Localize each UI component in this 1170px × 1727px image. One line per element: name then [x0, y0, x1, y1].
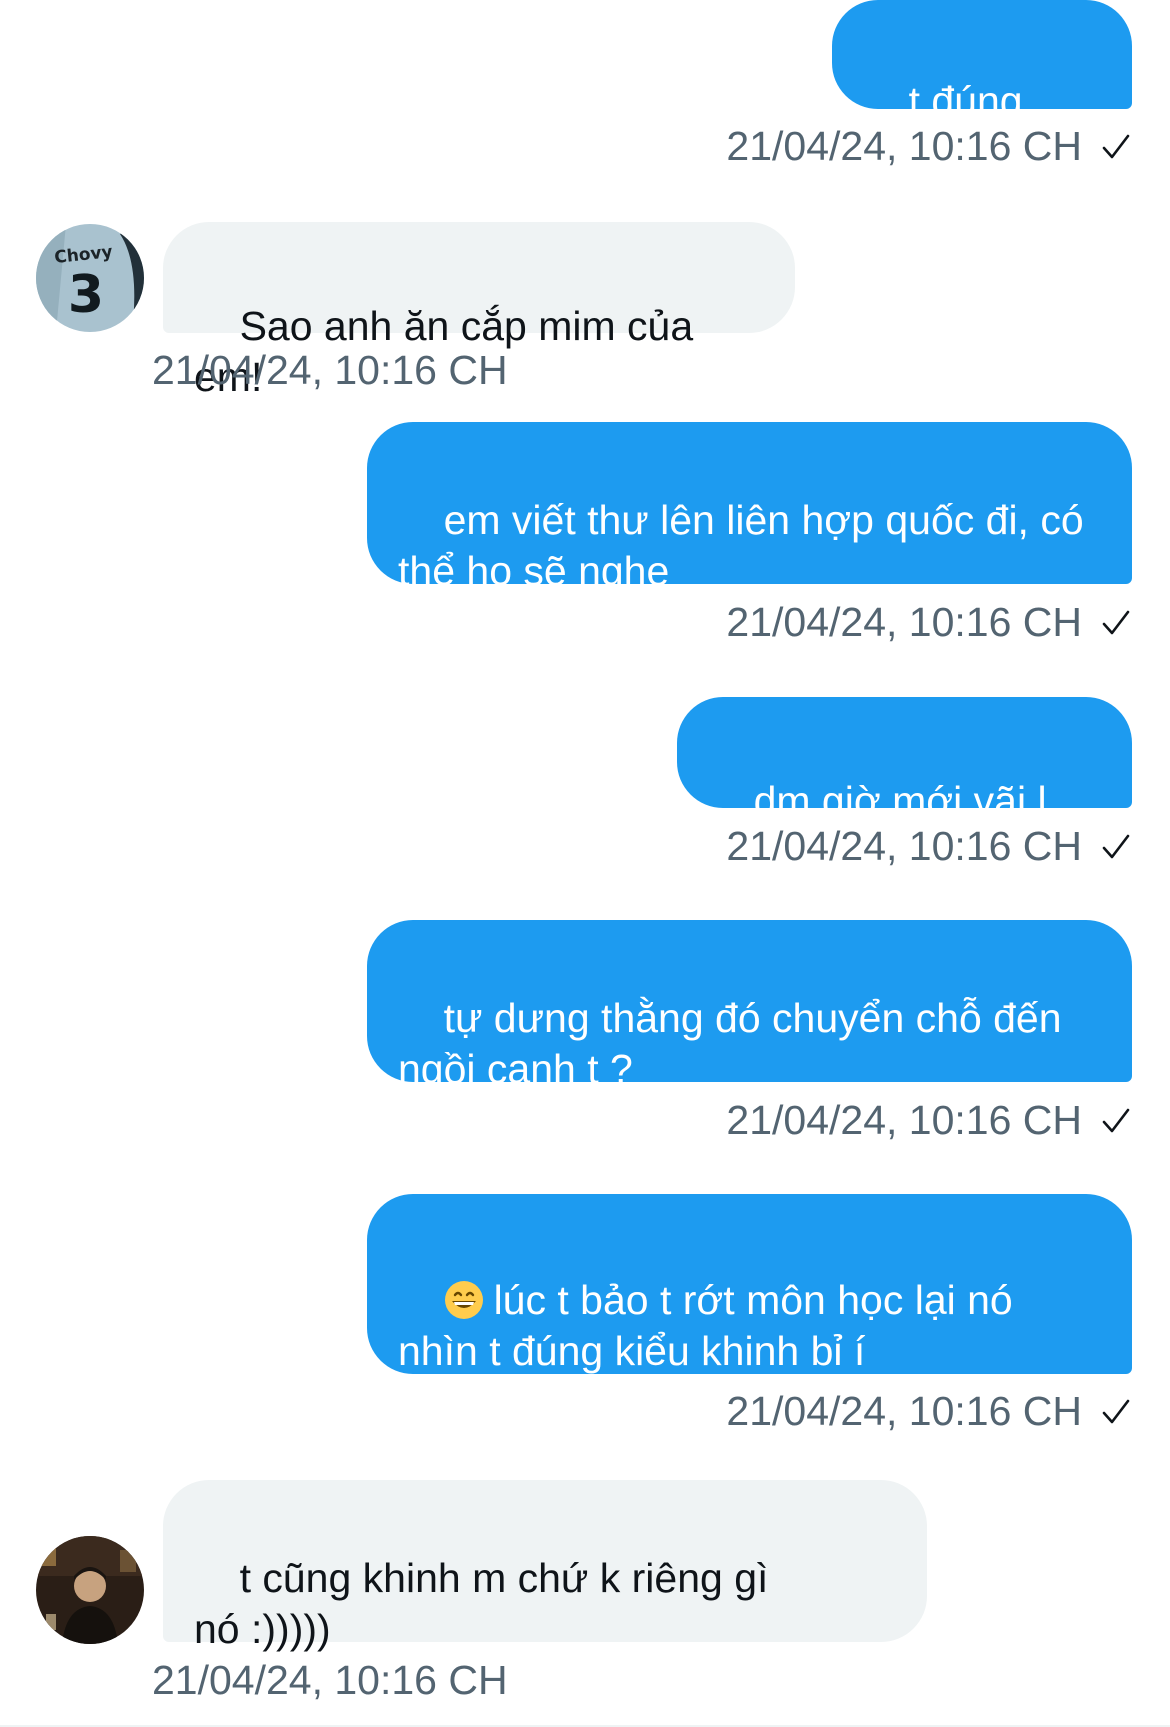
message-timestamp: 21/04/24, 10:16 CH — [726, 598, 1132, 646]
outgoing-message-bubble[interactable]: tự dưng thằng đó chuyển chỗ đến ngồi cạn… — [367, 920, 1132, 1092]
message-timestamp: 21/04/24, 10:16 CH — [152, 346, 508, 394]
message-timestamp: 21/04/24, 10:16 CH — [726, 1387, 1132, 1435]
outgoing-message-bubble[interactable]: dm giờ mới vãi l này — [677, 697, 1132, 875]
sent-check-icon — [1102, 1108, 1130, 1133]
photo-avatar-icon — [36, 1536, 144, 1644]
jersey-avatar-icon: Chovy 3 — [36, 224, 144, 332]
timestamp-text: 21/04/24, 10:16 CH — [726, 1388, 1082, 1434]
contact-avatar[interactable] — [36, 1536, 144, 1644]
incoming-message-bubble[interactable]: t cũng khinh m chứ k riêng gì nó :))))) — [163, 1480, 927, 1652]
message-timestamp: 21/04/24, 10:16 CH — [152, 1656, 508, 1704]
outgoing-message-bubble[interactable]: lúc t bảo t rớt môn học lại nó nhìn t đú… — [367, 1194, 1132, 1374]
message-text: tự dưng thằng đó chuyển chỗ đến ngồi cạn… — [398, 995, 1062, 1092]
outgoing-message-bubble[interactable]: em viết thư lên liên hợp quốc đi, có thể… — [367, 422, 1132, 594]
message-thread: t đúng kiểu: 21/04/24, 10:16 CH Chovy 3 … — [0, 0, 1170, 1727]
timestamp-text: 21/04/24, 10:16 CH — [152, 1657, 508, 1703]
grinning-face-icon — [444, 1281, 483, 1319]
outgoing-message-bubble[interactable]: t đúng kiểu: — [832, 0, 1132, 175]
message-text: lúc t bảo t rớt môn học lại nó nhìn t đú… — [398, 1277, 1013, 1374]
sent-check-icon — [1102, 610, 1130, 635]
timestamp-text: 21/04/24, 10:16 CH — [726, 599, 1082, 645]
sent-check-icon — [1102, 134, 1130, 159]
timestamp-text: 21/04/24, 10:16 CH — [726, 823, 1082, 869]
timestamp-text: 21/04/24, 10:16 CH — [152, 347, 508, 393]
contact-avatar[interactable]: Chovy 3 — [36, 224, 144, 332]
message-text: t cũng khinh m chứ k riêng gì nó :))))) — [194, 1555, 769, 1652]
message-timestamp: 21/04/24, 10:16 CH — [726, 1096, 1132, 1144]
message-timestamp: 21/04/24, 10:16 CH — [726, 122, 1132, 170]
incoming-message-bubble[interactable]: Sao anh ăn cắp mim của em! — [163, 222, 795, 400]
sent-check-icon — [1102, 834, 1130, 859]
sent-check-icon — [1102, 1399, 1130, 1424]
message-text: em viết thư lên liên hợp quốc đi, có thể… — [398, 497, 1084, 594]
timestamp-text: 21/04/24, 10:16 CH — [726, 1097, 1082, 1143]
message-timestamp: 21/04/24, 10:16 CH — [726, 822, 1132, 870]
timestamp-text: 21/04/24, 10:16 CH — [726, 123, 1082, 169]
avatar-jersey-number: 3 — [68, 265, 104, 325]
